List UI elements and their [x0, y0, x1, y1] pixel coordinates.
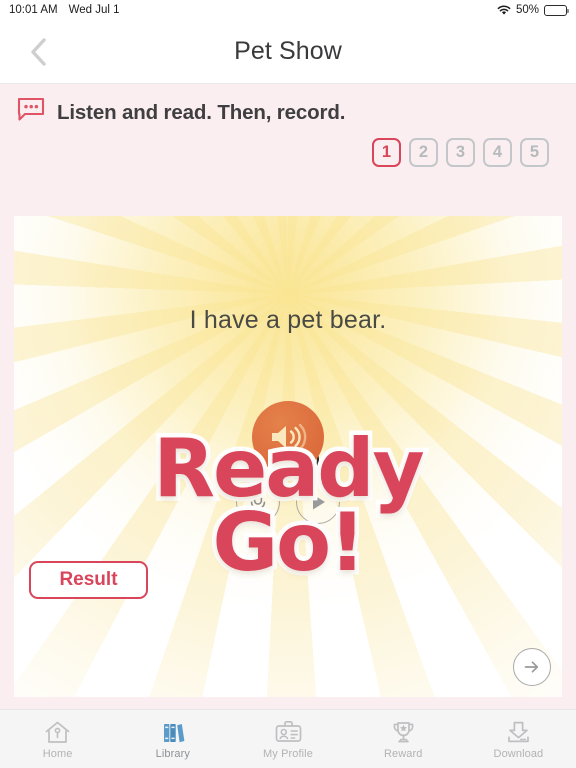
page-title: Pet Show [234, 37, 342, 65]
page-pill-5[interactable]: 5 [520, 138, 549, 167]
tab-label-reward: Reward [383, 748, 423, 760]
microphone-icon [250, 491, 266, 513]
next-page-button[interactable] [513, 648, 551, 686]
status-time: 10:01 AM [9, 4, 58, 16]
record-button[interactable] [236, 480, 280, 524]
page-pill-4[interactable]: 4 [483, 138, 512, 167]
home-icon [44, 718, 71, 745]
status-date: Wed Jul 1 [68, 4, 120, 16]
chevron-left-icon [31, 37, 46, 66]
status-bar-left: 10:01 AM Wed Jul 1 [9, 4, 120, 16]
tab-my-profile[interactable]: My Profile [230, 710, 345, 768]
download-icon [505, 718, 532, 745]
trophy-icon [390, 718, 417, 745]
speaker-volume-icon [272, 423, 307, 451]
status-bar: 10:01 AM Wed Jul 1 50% [0, 0, 576, 20]
status-bar-right: 50% [497, 4, 569, 16]
back-button[interactable] [20, 30, 58, 74]
battery-icon [544, 4, 569, 16]
audio-play-button[interactable] [252, 401, 324, 473]
arrow-right-icon [524, 661, 539, 673]
instruction-text: Listen and read. Then, record. [57, 100, 346, 124]
speech-bubble-icon [16, 97, 46, 128]
id-badge-icon [274, 718, 303, 745]
page-pill-3[interactable]: 3 [446, 138, 475, 167]
tab-library[interactable]: Library [115, 710, 230, 768]
tab-home[interactable]: Home [0, 710, 115, 768]
recording-controls [14, 480, 562, 524]
page-pill-2[interactable]: 2 [409, 138, 438, 167]
result-button[interactable]: Result [29, 561, 148, 599]
instruction-row: Listen and read. Then, record. [0, 84, 576, 128]
activity-card: I have a pet bear. Ready Go! 00:00 [14, 216, 562, 697]
tab-label-library: Library [155, 748, 190, 760]
tab-download[interactable]: Download [461, 710, 576, 768]
reading-sentence: I have a pet bear. [189, 306, 387, 334]
bottom-tab-bar: Home Library My Profile Reward Download [0, 709, 576, 768]
battery-percent: 50% [515, 4, 539, 16]
navigation-bar: Pet Show [0, 20, 576, 84]
books-icon [159, 718, 186, 745]
page-pill-1[interactable]: 1 [372, 138, 401, 167]
tab-reward[interactable]: Reward [346, 710, 461, 768]
tab-label-my-profile: My Profile [263, 748, 313, 760]
play-icon [313, 494, 325, 510]
page-selector: 1 2 3 4 5 [0, 128, 576, 176]
playback-button[interactable] [296, 480, 340, 524]
wifi-icon [497, 5, 511, 16]
tab-label-home: Home [42, 748, 73, 760]
tab-label-download: Download [493, 748, 544, 760]
